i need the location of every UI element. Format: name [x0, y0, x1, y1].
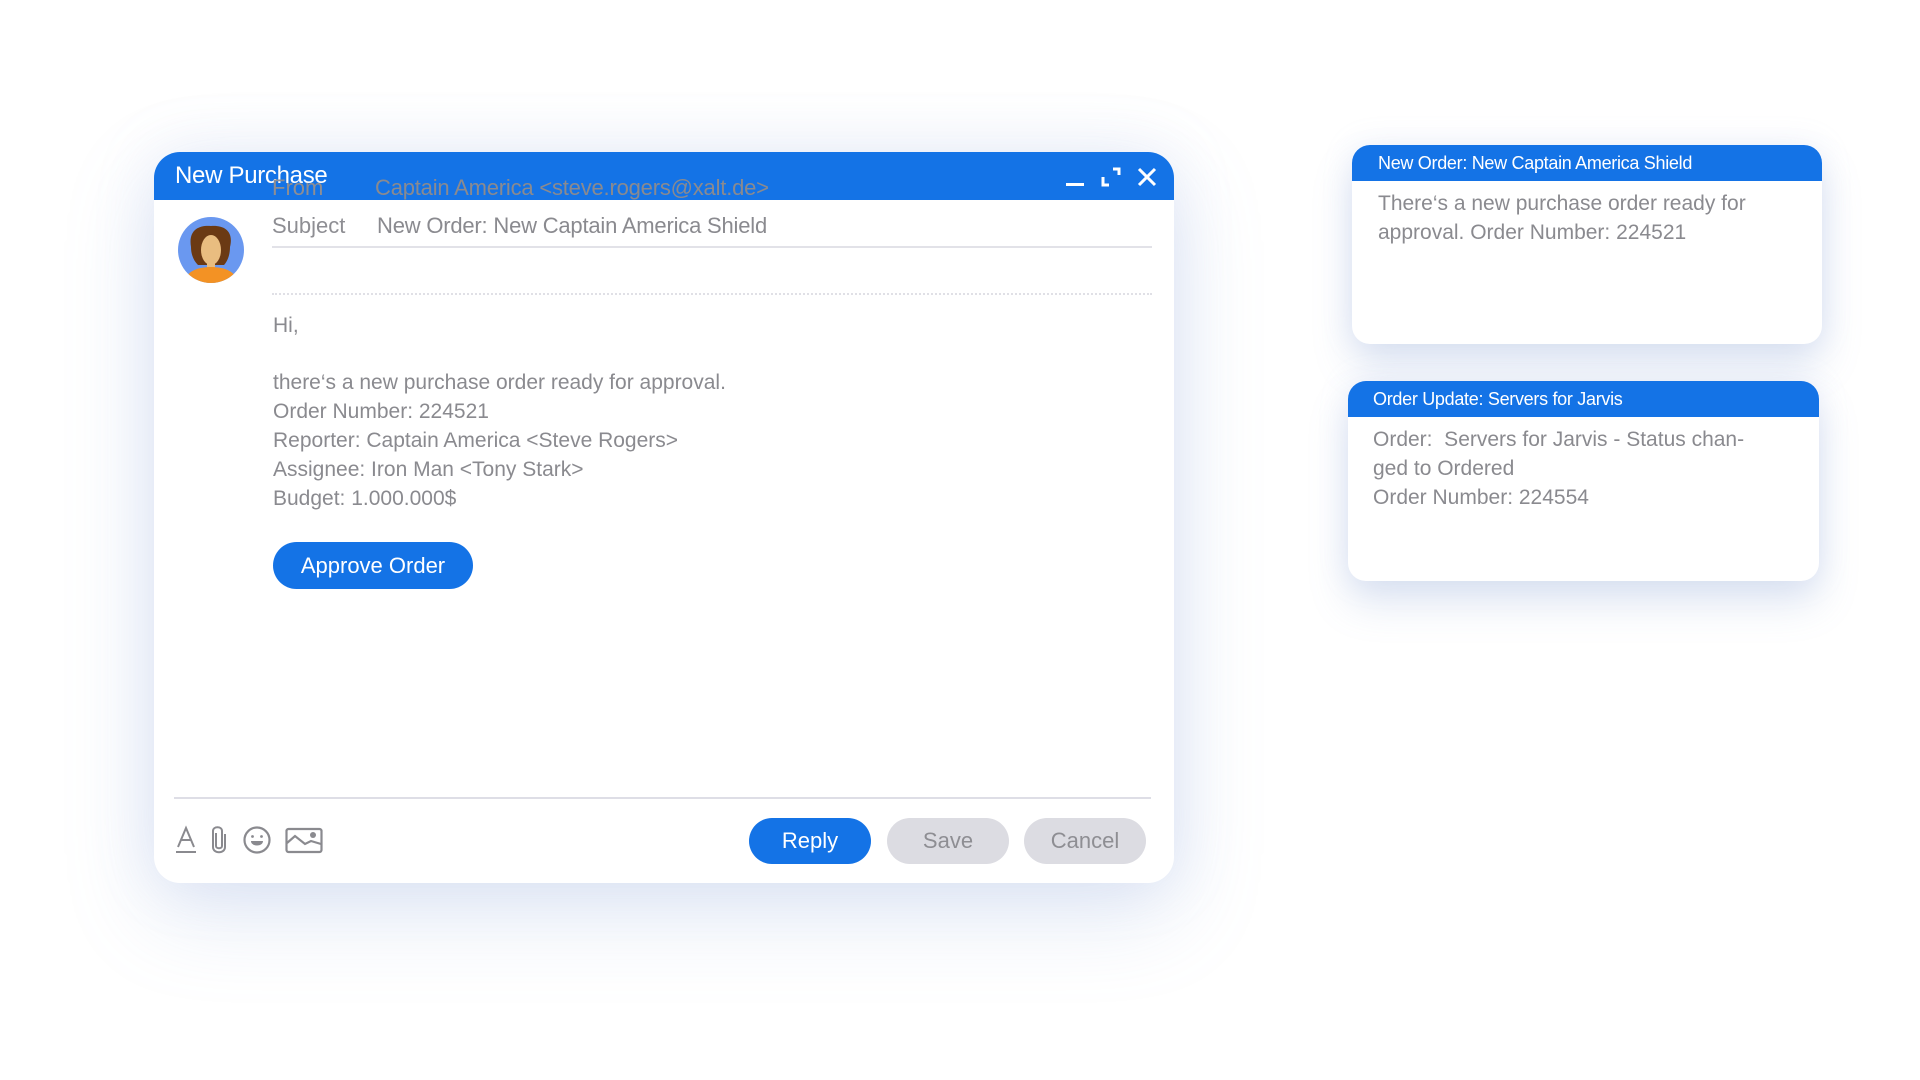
notification-title: New Order: New Captain America Shield	[1352, 145, 1822, 181]
notification-line: approval. Order Number: 224521	[1378, 221, 1687, 244]
close-icon[interactable]	[1136, 166, 1158, 188]
cancel-button[interactable]: Cancel	[1024, 818, 1146, 864]
from-field[interactable]: Captain America <steve.rogers@xalt.de>	[375, 175, 769, 201]
from-label: From	[272, 175, 324, 200]
message-line: Reporter: Captain America <Steve Rogers>	[273, 429, 679, 452]
message-line: Budget: 1.000.000$	[273, 487, 457, 510]
notification-body: Order: Servers for Jarvis - Status chan-…	[1348, 417, 1819, 512]
notification-line: ged to Ordered	[1373, 457, 1515, 480]
attachment-icon[interactable]	[210, 825, 228, 855]
message-line: Assignee: Iron Man <Tony Stark>	[273, 458, 584, 481]
notification-line: Order: Servers for Jarvis - Status chan-	[1373, 428, 1745, 451]
text-format-icon[interactable]	[175, 825, 197, 855]
message-line: Order Number: 224521	[273, 400, 489, 423]
message-greeting: Hi,	[273, 314, 299, 337]
reply-button[interactable]: Reply	[749, 818, 871, 864]
notification-card[interactable]: New Order: New Captain America Shield Th…	[1352, 145, 1822, 344]
minimize-icon[interactable]	[1064, 166, 1086, 188]
maximize-icon[interactable]	[1100, 166, 1122, 188]
footer-divider	[174, 797, 1151, 799]
from-divider	[272, 246, 1152, 248]
message-line: there‘s a new purchase order ready for a…	[273, 371, 726, 394]
notification-line: Order Number: 224554	[1373, 486, 1589, 509]
subject-field[interactable]: New Order: New Captain America Shield	[377, 213, 767, 239]
approve-order-button[interactable]: Approve Order	[273, 542, 473, 589]
mail-compose-window: New Purchase From Captain America <steve…	[154, 152, 1174, 883]
notification-title: Order Update: Servers for Jarvis	[1348, 381, 1819, 417]
subject-label: Subject	[272, 213, 346, 238]
save-button[interactable]: Save	[887, 818, 1009, 864]
message-body[interactable]: there‘s a new purchase order ready for a…	[273, 368, 726, 513]
subject-divider	[272, 293, 1152, 296]
sender-avatar	[178, 217, 244, 283]
notification-body: There‘s a new purchase order ready for a…	[1352, 181, 1822, 247]
notification-card[interactable]: Order Update: Servers for Jarvis Order: …	[1348, 381, 1819, 581]
notification-line: There‘s a new purchase order ready for	[1378, 192, 1746, 215]
image-icon[interactable]	[285, 825, 323, 855]
emoji-icon[interactable]	[242, 825, 272, 855]
